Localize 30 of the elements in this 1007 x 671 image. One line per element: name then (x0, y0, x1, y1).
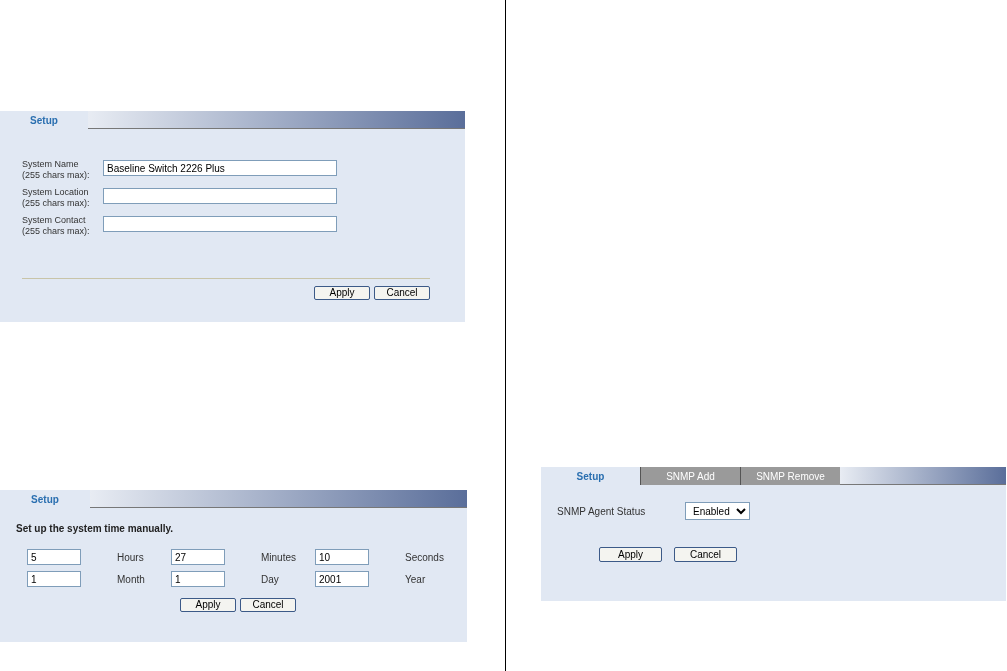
text-field[interactable]: 2001 (315, 571, 369, 587)
text-field[interactable] (103, 188, 337, 204)
tab[interactable]: Setup (0, 490, 90, 508)
unit-label: Month (116, 572, 146, 587)
tab[interactable]: Setup (541, 467, 640, 485)
button[interactable]: Cancel (240, 598, 296, 612)
text-field[interactable]: 1 (27, 571, 81, 587)
text-field[interactable]: 5 (27, 549, 81, 565)
unit-label: Year (404, 572, 427, 587)
button[interactable]: Apply (314, 286, 370, 300)
text-field[interactable]: 1 (171, 571, 225, 587)
field-label: SNMP Agent Status (557, 504, 647, 519)
text-field[interactable]: Baseline Switch 2226 Plus (103, 160, 337, 176)
field-label: System Name (255 chars max): (22, 159, 91, 181)
tab[interactable]: Setup (0, 111, 88, 129)
field-label: System Location (255 chars max): (22, 187, 91, 209)
field-label: System Contact (255 chars max): (22, 215, 91, 237)
button[interactable]: Cancel (374, 286, 430, 300)
button[interactable]: Cancel (674, 547, 737, 562)
instruction-text: Set up the system time manually. (15, 522, 175, 536)
text-field[interactable]: 10 (315, 549, 369, 565)
status-dropdown[interactable]: Enabled (685, 502, 750, 520)
button[interactable]: Apply (180, 598, 236, 612)
button[interactable]: Apply (599, 547, 662, 562)
unit-label: Day (260, 572, 280, 587)
unit-label: Hours (116, 550, 145, 565)
text-field[interactable] (103, 216, 337, 232)
unit-label: Seconds (404, 550, 445, 565)
text-field[interactable]: 27 (171, 549, 225, 565)
unit-label: Minutes (260, 550, 297, 565)
